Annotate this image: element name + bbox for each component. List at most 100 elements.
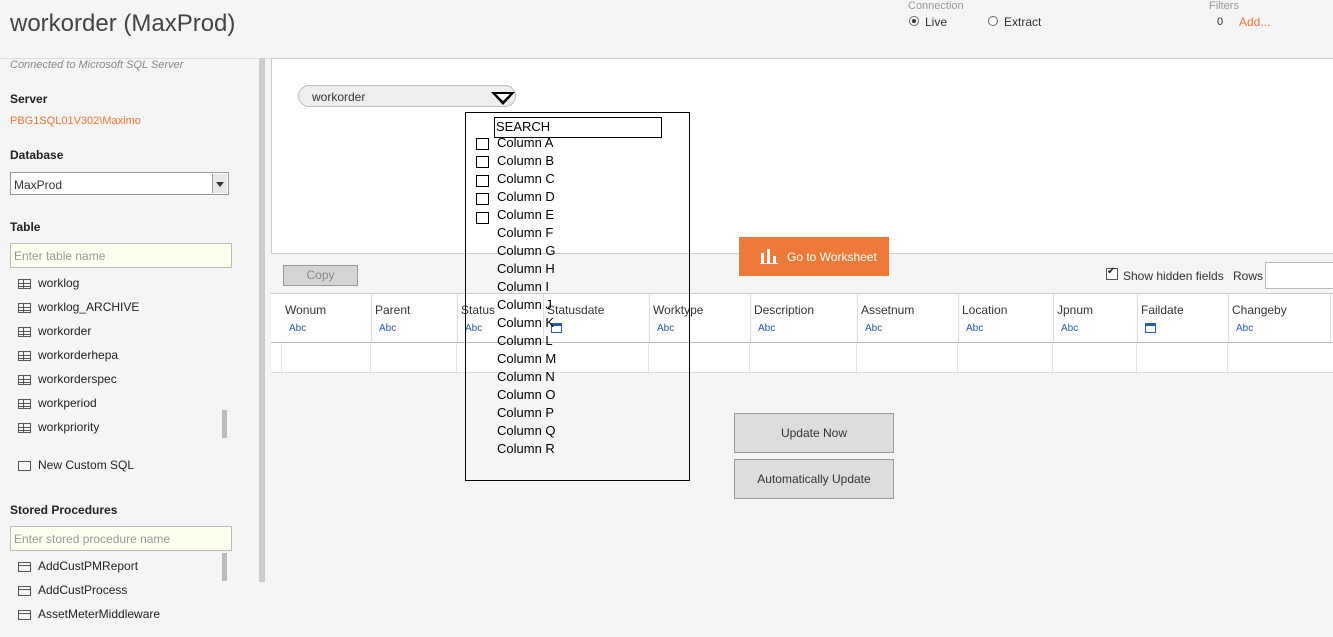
column-a-checkbox[interactable] [476, 138, 489, 150]
cell-divider [856, 343, 857, 372]
go-to-worksheet-label: Go to Worksheet [787, 250, 877, 264]
filters-count: 0 [1217, 16, 1224, 28]
copy-button[interactable]: Copy [283, 265, 358, 286]
column-name: Jpnum [1057, 303, 1094, 317]
string-type-icon[interactable]: Abc [1236, 323, 1253, 334]
column-header-wonum[interactable]: Wonum Abc [281, 294, 372, 342]
database-value: MaxProd [14, 178, 63, 192]
chevron-down-icon[interactable] [212, 174, 227, 193]
string-type-icon[interactable]: Abc [1061, 323, 1078, 334]
dropdown-item[interactable]: Column C [497, 170, 555, 188]
server-link[interactable]: PBG1SQL01V302\Maximo [10, 115, 141, 127]
table-pill-label: workorder [312, 90, 366, 104]
column-header-assetnum[interactable]: Assetnum Abc [857, 294, 959, 342]
connection-label: Connection [908, 0, 964, 12]
column-header-description[interactable]: Description Abc [750, 294, 858, 342]
dropdown-item[interactable]: Column A [497, 134, 553, 152]
dropdown-item[interactable]: Column P [497, 404, 554, 422]
column-name: Assetnum [861, 303, 915, 317]
show-hidden-fields-checkbox[interactable] [1106, 266, 1118, 280]
date-type-icon[interactable] [1145, 323, 1156, 333]
go-to-worksheet-button[interactable]: Go to Worksheet [739, 237, 889, 276]
column-d-checkbox[interactable] [476, 193, 489, 205]
sidebar-scrollbar[interactable] [259, 58, 265, 582]
table-pill[interactable]: workorder [298, 85, 516, 107]
string-type-icon[interactable]: Abc [865, 323, 882, 334]
dropdown-item[interactable]: Column G [497, 242, 556, 260]
string-type-icon[interactable]: Abc [758, 323, 775, 334]
column-name: Location [962, 303, 1008, 317]
table-item-workorderhepa[interactable]: workorderhepa [18, 348, 118, 368]
dropdown-item[interactable]: Column B [497, 152, 554, 170]
table-item-workpriority[interactable]: workpriority [18, 420, 99, 440]
table-icon [18, 302, 31, 313]
column-name: Parent [375, 303, 411, 317]
string-type-icon[interactable]: Abc [966, 323, 983, 334]
dropdown-item[interactable]: Column R [497, 440, 555, 458]
column-header-parent[interactable]: Parent Abc [371, 294, 458, 342]
string-type-icon[interactable]: Abc [289, 323, 306, 334]
cell-divider [281, 343, 282, 372]
dropdown-item[interactable]: Column E [497, 206, 554, 224]
table-item-worklog[interactable]: worklog [18, 276, 79, 296]
table-search-input[interactable]: Enter table name [10, 243, 232, 268]
sp-item-addcustpmreport[interactable]: AddCustPMReport [18, 559, 138, 579]
connection-extract-radio[interactable]: Extract [988, 15, 1041, 29]
procedure-icon [18, 585, 31, 596]
column-name: Faildate [1141, 303, 1184, 317]
radio-icon [988, 16, 998, 26]
column-name: Changeby [1232, 303, 1287, 317]
dropdown-item[interactable]: Column J [497, 296, 552, 314]
add-filter-link[interactable]: Add... [1239, 15, 1270, 29]
stored-procedure-search-input[interactable]: Enter stored procedure name [10, 526, 232, 551]
dropdown-item[interactable]: Column N [497, 368, 555, 386]
filters-label: Filters [1209, 0, 1239, 12]
table-item-label: workorderhepa [38, 348, 119, 362]
column-e-checkbox[interactable] [476, 212, 489, 224]
connection-status: Connected to Microsoft SQL Server [10, 59, 184, 71]
dropdown-item[interactable]: Column O [497, 386, 556, 404]
cell-divider [370, 343, 371, 372]
cell-divider [1227, 343, 1228, 372]
table-item-workorderspec[interactable]: workorderspec [18, 372, 117, 392]
database-select[interactable]: MaxProd [10, 172, 229, 195]
dropdown-item[interactable]: Column F [497, 224, 553, 242]
cell-divider [749, 343, 750, 372]
rows-input[interactable] [1265, 262, 1333, 289]
sp-item-label: AddCustProcess [38, 583, 128, 597]
cell-divider [1052, 343, 1053, 372]
table-item-worklog-archive[interactable]: worklog_ARCHIVE [18, 300, 139, 320]
stored-procedures-heading: Stored Procedures [10, 503, 118, 517]
new-custom-sql[interactable]: New Custom SQL [18, 458, 134, 478]
dropdown-item[interactable]: Column L [497, 332, 553, 350]
dropdown-item[interactable]: Column H [497, 260, 555, 278]
column-header-changeby[interactable]: Changeby Abc [1228, 294, 1331, 342]
automatically-update-button[interactable]: Automatically Update [734, 459, 894, 499]
dropdown-item[interactable]: Column D [497, 188, 555, 206]
dropdown-arrow-inner [496, 94, 510, 101]
database-heading: Database [10, 148, 64, 162]
table-icon [18, 422, 31, 433]
string-type-icon[interactable]: Abc [379, 323, 396, 334]
connection-live-radio[interactable]: Live [909, 15, 947, 29]
table-item-workperiod[interactable]: workperiod [18, 396, 97, 416]
dropdown-item[interactable]: Column M [497, 350, 556, 368]
column-header-faildate[interactable]: Faildate [1137, 294, 1229, 342]
update-now-button[interactable]: Update Now [734, 413, 894, 453]
column-c-checkbox[interactable] [476, 175, 489, 187]
sp-list-scrollbar[interactable] [222, 553, 227, 581]
table-row [271, 343, 1333, 373]
column-b-checkbox[interactable] [476, 156, 489, 168]
dropdown-item[interactable]: Column Q [497, 422, 556, 440]
table-item-workorder[interactable]: workorder [18, 324, 91, 344]
column-header-location[interactable]: Location Abc [958, 294, 1054, 342]
table-list-scrollbar[interactable] [222, 410, 227, 438]
dropdown-item[interactable]: Column I [497, 278, 549, 296]
column-header-jpnum[interactable]: Jpnum Abc [1053, 294, 1138, 342]
sp-item-addcustprocess[interactable]: AddCustProcess [18, 583, 127, 603]
table-heading: Table [10, 220, 41, 234]
cell-divider [1136, 343, 1137, 372]
sp-item-assetmetermiddleware[interactable]: AssetMeterMiddleware [18, 607, 160, 627]
server-heading: Server [10, 92, 48, 106]
dropdown-item[interactable]: Column K [497, 314, 554, 332]
